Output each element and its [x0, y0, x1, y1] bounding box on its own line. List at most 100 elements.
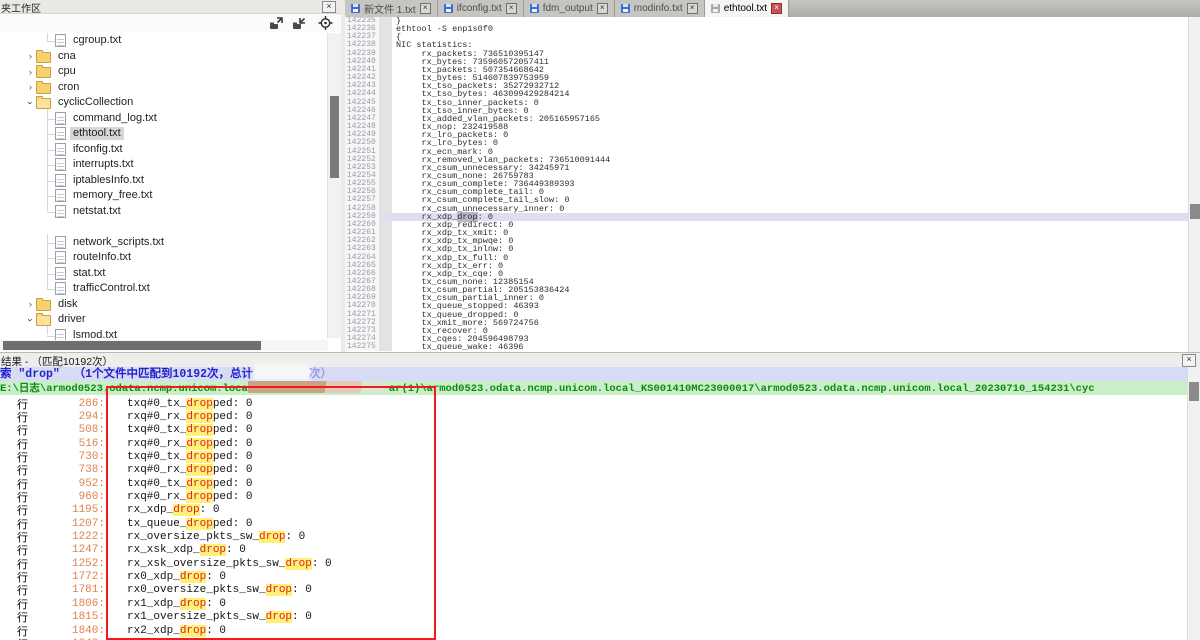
- row-line-number: 1207:: [43, 518, 105, 530]
- result-row[interactable]: 行1840:rx2_xdp_drop: 0: [0, 624, 1188, 637]
- result-row[interactable]: 行1815:rx1_oversize_pkts_sw_drop: 0: [0, 611, 1188, 624]
- fold-margin: [380, 196, 392, 204]
- result-row[interactable]: 行1806:rx1_xdp_drop: 0: [0, 597, 1188, 610]
- result-row[interactable]: 行960:rxq#0_rx_dropped: 0: [0, 490, 1188, 503]
- tree-item-label: trafficControl.txt: [70, 282, 153, 295]
- result-row[interactable]: 行1781:rx0_oversize_pkts_sw_drop: 0: [0, 584, 1188, 597]
- tab-新文件 1.txt[interactable]: 新文件 1.txt×: [345, 0, 438, 17]
- result-row[interactable]: 行286:txq#0_tx_dropped: 0: [0, 397, 1188, 410]
- fold-margin: [380, 66, 392, 74]
- result-row[interactable]: 行294:rxq#0_rx_dropped: 0: [0, 410, 1188, 423]
- result-row[interactable]: 行738:rxq#0_rx_dropped: 0: [0, 464, 1188, 477]
- tab-close-icon[interactable]: ×: [771, 3, 782, 14]
- chevron-collapsed-icon[interactable]: ›: [25, 51, 36, 61]
- tree-item-interrupts.txt[interactable]: interrupts.txt: [0, 157, 328, 173]
- match-highlight: drop: [180, 625, 206, 637]
- result-row[interactable]: 行516:rxq#0_rx_dropped: 0: [0, 437, 1188, 450]
- match-highlight: drop: [186, 451, 212, 463]
- tree-item-trafficControl.txt[interactable]: trafficControl.txt: [0, 281, 328, 297]
- row-match-text: txq#0_tx_dropped: 0: [105, 478, 252, 490]
- chevron-collapsed-icon[interactable]: ›: [25, 82, 36, 92]
- tree-item-memory_free.txt[interactable]: memory_free.txt: [0, 188, 328, 204]
- editor-line-text: tx_nop: 232419588: [392, 123, 1188, 131]
- tree-item-label: cyclicCollection: [55, 96, 136, 109]
- tree-item-stat.txt[interactable]: stat.txt: [0, 266, 328, 282]
- search-summary-line[interactable]: 索 "drop" （1个文件中匹配到10192次，总计次）: [0, 367, 1188, 381]
- tree-item-cgroup.txt[interactable]: cgroup.txt: [0, 33, 328, 49]
- results-vertical-scrollbar-thumb[interactable]: [1189, 382, 1199, 401]
- workspace-close-button[interactable]: ×: [322, 1, 336, 13]
- row-line-number: 1195:: [43, 504, 105, 516]
- tree-horizontal-scrollbar[interactable]: [0, 340, 328, 351]
- tree-item-routeInfo.txt[interactable]: routeInfo.txt: [0, 250, 328, 266]
- tab-close-icon[interactable]: ×: [420, 3, 431, 14]
- chevron-expanded-icon[interactable]: ›: [26, 97, 36, 108]
- tab-modinfo.txt[interactable]: modinfo.txt ×: [615, 0, 705, 17]
- result-rows: 行286:txq#0_tx_dropped: 0行294:rxq#0_rx_dr…: [0, 397, 1188, 640]
- fold-margin: [380, 262, 392, 270]
- tab-ifconfig.txt[interactable]: ifconfig.txt×: [438, 0, 524, 17]
- tree-item-network_scripts.txt[interactable]: network_scripts.txt: [0, 235, 328, 251]
- tree-vertical-scrollbar[interactable]: [327, 33, 341, 338]
- tree-item-netstat.txt[interactable]: netstat.txt: [0, 204, 328, 220]
- tree-item-command_log.txt[interactable]: command_log.txt: [0, 111, 328, 127]
- chevron-expanded-icon[interactable]: ›: [26, 314, 36, 325]
- result-file-path-line[interactable]: E:\日志\armod0523.odata.ncmp.unicom.locaar…: [0, 381, 1188, 395]
- expand-all-icon[interactable]: [268, 15, 285, 31]
- result-row[interactable]: 行508:txq#0_tx_dropped: 0: [0, 424, 1188, 437]
- fold-margin: [380, 237, 392, 245]
- tree-horizontal-scrollbar-thumb[interactable]: [3, 341, 261, 350]
- result-row[interactable]: 行1195:rx_xdp_drop: 0: [0, 504, 1188, 517]
- chevron-collapsed-icon[interactable]: ›: [25, 67, 36, 77]
- tree-item-lsmod.txt[interactable]: lsmod.txt: [0, 328, 328, 341]
- tree-item-label: netstat.txt: [70, 205, 124, 218]
- chevron-collapsed-icon[interactable]: ›: [25, 299, 36, 309]
- tab-close-icon[interactable]: ×: [506, 3, 517, 14]
- results-close-button[interactable]: ×: [1182, 354, 1196, 367]
- tab-close-icon[interactable]: ×: [687, 3, 698, 14]
- tree-item-cpu[interactable]: ›cpu: [0, 64, 328, 80]
- tree-item-label: routeInfo.txt: [70, 251, 134, 264]
- file-path-prefix: E:\日志\armod0523.odata.ncmp.unicom.loca: [0, 383, 248, 395]
- tree-vertical-scrollbar-thumb[interactable]: [330, 96, 339, 178]
- tab-fdm_output[interactable]: fdm_output ×: [524, 0, 615, 17]
- editor-line-text: rx_xdp_tx_inlnw: 0: [392, 245, 1188, 253]
- result-row[interactable]: 行1252:rx_xsk_oversize_pkts_sw_drop: 0: [0, 557, 1188, 570]
- editor-line-text: rx_xdp_tx_err: 0: [392, 262, 1188, 270]
- tree-item-iptablesInfo.txt[interactable]: iptablesInfo.txt: [0, 173, 328, 189]
- locate-file-icon[interactable]: [317, 15, 334, 31]
- match-highlight: drop: [266, 611, 292, 623]
- result-row[interactable]: 行952:txq#0_tx_dropped: 0: [0, 477, 1188, 490]
- tree-item-ifconfig.txt[interactable]: ifconfig.txt: [0, 142, 328, 158]
- tab-close-icon[interactable]: ×: [597, 3, 608, 14]
- fold-margin: [380, 17, 392, 25]
- fold-margin: [380, 302, 392, 310]
- tree-item-ethtool.txt[interactable]: ethtool.txt: [0, 126, 328, 142]
- tree-item-driver[interactable]: ›driver: [0, 312, 328, 328]
- fold-margin: [380, 90, 392, 98]
- folder-icon: [36, 300, 51, 311]
- tree-item-label: cgroup.txt: [70, 34, 124, 47]
- tab-label: fdm_output: [543, 3, 593, 14]
- result-row[interactable]: 行1247:rx_xsk_xdp_drop: 0: [0, 544, 1188, 557]
- collapse-all-icon[interactable]: [291, 15, 308, 31]
- tree-item-cna[interactable]: ›cna: [0, 49, 328, 65]
- tree-item-cyclicCollection[interactable]: › cyclicCollection: [0, 95, 328, 111]
- editor-view[interactable]: 142235}142236ethtool -S enp1s0f0142237{1…: [345, 17, 1188, 352]
- file-icon: [55, 127, 66, 140]
- editor-vertical-scrollbar[interactable]: [1188, 17, 1200, 352]
- tree-item-cron[interactable]: › cron: [0, 80, 328, 96]
- file-icon: [55, 34, 66, 47]
- file-icon: [55, 174, 66, 187]
- result-row[interactable]: 行730:txq#0_tx_dropped: 0: [0, 450, 1188, 463]
- tab-label: modinfo.txt: [634, 3, 683, 14]
- result-row[interactable]: 行1222:rx_oversize_pkts_sw_drop: 0: [0, 530, 1188, 543]
- tab-ethtool.txt[interactable]: ethtool.txt×: [705, 0, 789, 17]
- editor-vertical-scrollbar-thumb[interactable]: [1190, 204, 1200, 219]
- result-row[interactable]: 行1772:rx0_xdp_drop: 0: [0, 570, 1188, 583]
- result-row[interactable]: 行1207:tx_queue_dropped: 0: [0, 517, 1188, 530]
- tree-item-disk[interactable]: ›disk: [0, 297, 328, 313]
- tree-item-label: cron: [55, 81, 82, 94]
- results-vertical-scrollbar[interactable]: [1187, 367, 1200, 640]
- search-results-panel: 结果 - （匹配10192次） × 索 "drop" （1个文件中匹配到1019…: [0, 352, 1200, 640]
